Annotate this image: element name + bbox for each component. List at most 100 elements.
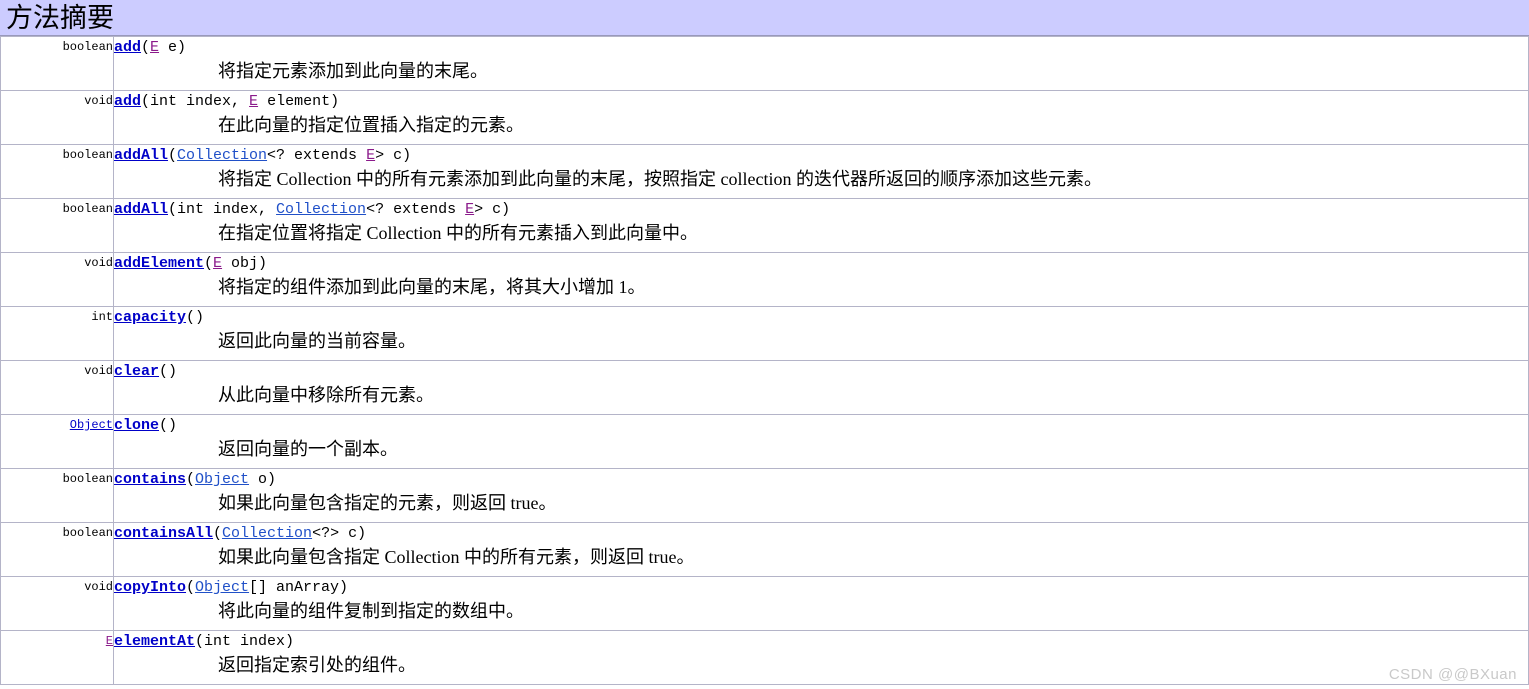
- method-name-link[interactable]: capacity: [114, 309, 186, 326]
- return-type-cell: void: [0, 252, 114, 307]
- method-description: 在此向量的指定位置插入指定的元素。: [218, 115, 524, 135]
- method-cell: addElement(E obj) 将指定的组件添加到此向量的末尾，将其大小增加 …: [113, 252, 1529, 307]
- table-row: boolean containsAll(Collection<?> c) 如果此向量…: [0, 522, 1529, 577]
- method-description: 如果此向量包含指定的元素，则返回 true。: [218, 493, 557, 513]
- method-cell: copyInto(Object[] anArray) 将此向量的组件复制到指定的数…: [113, 576, 1529, 631]
- return-type-label: boolean: [62, 202, 113, 216]
- method-name-link[interactable]: addElement: [114, 255, 204, 272]
- signature-text: (: [213, 525, 223, 542]
- method-description: 从此向量中移除所有元素。: [218, 385, 434, 405]
- return-type-cell: int: [0, 306, 114, 361]
- return-type-link[interactable]: Object: [70, 418, 113, 432]
- method-description: 将指定元素添加到此向量的末尾。: [218, 61, 488, 81]
- return-type-label: void: [84, 364, 113, 378]
- method-signature: clone(): [114, 415, 1528, 437]
- type-parameter-link[interactable]: E: [366, 147, 375, 164]
- signature-text: (): [159, 363, 178, 380]
- method-name-link[interactable]: add: [114, 39, 141, 56]
- signature-text: (): [186, 309, 205, 326]
- type-parameter-link[interactable]: E: [213, 255, 222, 272]
- table-row: void add(int index, E element) 在此向量的指定位置插入…: [0, 90, 1529, 145]
- method-summary-table: boolean add(E e) 将指定元素添加到此向量的末尾。 void add(in…: [0, 36, 1529, 685]
- type-parameter-link[interactable]: E: [249, 93, 258, 110]
- signature-text: (int index): [195, 633, 295, 650]
- signature-text: o): [249, 471, 277, 488]
- return-type-label: boolean: [62, 148, 113, 162]
- signature-text: (int index,: [141, 93, 250, 110]
- return-type-cell: boolean: [0, 198, 114, 253]
- method-name-link[interactable]: containsAll: [114, 525, 213, 542]
- method-name-link[interactable]: addAll: [114, 147, 168, 164]
- signature-text: (: [141, 39, 151, 56]
- method-cell: add(E e) 将指定元素添加到此向量的末尾。: [113, 36, 1529, 91]
- table-row: void copyInto(Object[] anArray) 将此向量的组件复制到…: [0, 576, 1529, 631]
- parameter-type-link[interactable]: Collection: [177, 147, 267, 164]
- method-cell: clone() 返回向量的一个副本。: [113, 414, 1529, 469]
- method-name-link[interactable]: add: [114, 93, 141, 110]
- method-name-link[interactable]: elementAt: [114, 633, 195, 650]
- parameter-type-link[interactable]: Collection: [222, 525, 312, 542]
- type-parameter-link[interactable]: E: [150, 39, 159, 56]
- method-description: 如果此向量包含指定 Collection 中的所有元素，则返回 true。: [218, 547, 695, 567]
- parameter-type-link[interactable]: Object: [195, 579, 249, 596]
- method-description: 将此向量的组件复制到指定的数组中。: [218, 601, 524, 621]
- watermark: CSDN @@BXuan: [1388, 666, 1517, 683]
- table-row: EelementAt(int index) 返回指定索引处的组件。: [0, 630, 1529, 685]
- signature-text: (: [204, 255, 214, 272]
- signature-text: > c): [474, 201, 511, 218]
- signature-text: (: [168, 147, 178, 164]
- method-name-link[interactable]: clone: [114, 417, 159, 434]
- return-type-label: void: [84, 94, 113, 108]
- signature-text: <? extends: [267, 147, 367, 164]
- method-cell: capacity() 返回此向量的当前容量。: [113, 306, 1529, 361]
- method-name-link[interactable]: clear: [114, 363, 159, 380]
- return-type-cell: Object: [0, 414, 114, 469]
- return-type-label: boolean: [62, 40, 113, 54]
- signature-text: (: [186, 471, 196, 488]
- method-signature: containsAll(Collection<?> c): [114, 523, 1528, 545]
- method-name-link[interactable]: copyInto: [114, 579, 186, 596]
- method-cell: elementAt(int index) 返回指定索引处的组件。: [113, 630, 1529, 685]
- return-type-cell: boolean: [0, 144, 114, 199]
- method-signature: elementAt(int index): [114, 631, 1528, 653]
- table-row: boolean addAll(Collection<? extends E> c)…: [0, 144, 1529, 199]
- method-cell: containsAll(Collection<?> c) 如果此向量包含指定 Co…: [113, 522, 1529, 577]
- parameter-type-link[interactable]: Object: [195, 471, 249, 488]
- table-row: boolean addAll(int index, Collection<? ex…: [0, 198, 1529, 253]
- method-cell: add(int index, E element) 在此向量的指定位置插入指定的元…: [113, 90, 1529, 145]
- page-title: 方法摘要: [6, 2, 114, 33]
- return-type-cell: boolean: [0, 522, 114, 577]
- method-description: 在指定位置将指定 Collection 中的所有元素插入到此向量中。: [218, 223, 698, 243]
- return-type-cell: boolean: [0, 468, 114, 523]
- signature-text: [] anArray): [249, 579, 349, 596]
- javadoc-method-summary-page: 方法摘要 boolean add(E e) 将指定元素添加到此向量的末尾。 void a…: [0, 0, 1529, 689]
- return-type-label: boolean: [62, 526, 113, 540]
- method-signature: add(int index, E element): [114, 91, 1528, 113]
- type-parameter-link[interactable]: E: [465, 201, 474, 218]
- method-cell: contains(Object o) 如果此向量包含指定的元素，则返回 true。: [113, 468, 1529, 523]
- method-signature: add(E e): [114, 37, 1528, 59]
- signature-text: (): [159, 417, 178, 434]
- method-name-link[interactable]: addAll: [114, 201, 168, 218]
- method-signature: addElement(E obj): [114, 253, 1528, 275]
- return-type-cell: void: [0, 360, 114, 415]
- return-type-cell: void: [0, 90, 114, 145]
- return-type-label: boolean: [62, 472, 113, 486]
- method-description: 返回指定索引处的组件。: [218, 655, 416, 675]
- method-description: 将指定 Collection 中的所有元素添加到此向量的末尾，按照指定 coll…: [218, 169, 1102, 189]
- method-summary-body: boolean add(E e) 将指定元素添加到此向量的末尾。 void add(in…: [0, 36, 1529, 685]
- table-row: void addElement(E obj) 将指定的组件添加到此向量的末尾，将其大…: [0, 252, 1529, 307]
- return-type-link[interactable]: E: [106, 634, 113, 648]
- method-signature: copyInto(Object[] anArray): [114, 577, 1528, 599]
- method-description: 返回向量的一个副本。: [218, 439, 398, 459]
- signature-text: > c): [375, 147, 412, 164]
- signature-text: e): [159, 39, 187, 56]
- method-name-link[interactable]: contains: [114, 471, 186, 488]
- table-row: Object clone() 返回向量的一个副本。: [0, 414, 1529, 469]
- signature-text: element): [258, 93, 340, 110]
- parameter-type-link[interactable]: Collection: [276, 201, 366, 218]
- method-cell: addAll(int index, Collection<? extends E…: [113, 198, 1529, 253]
- method-cell: addAll(Collection<? extends E> c) 将指定 Col…: [113, 144, 1529, 199]
- method-cell: clear() 从此向量中移除所有元素。: [113, 360, 1529, 415]
- signature-text: obj): [222, 255, 268, 272]
